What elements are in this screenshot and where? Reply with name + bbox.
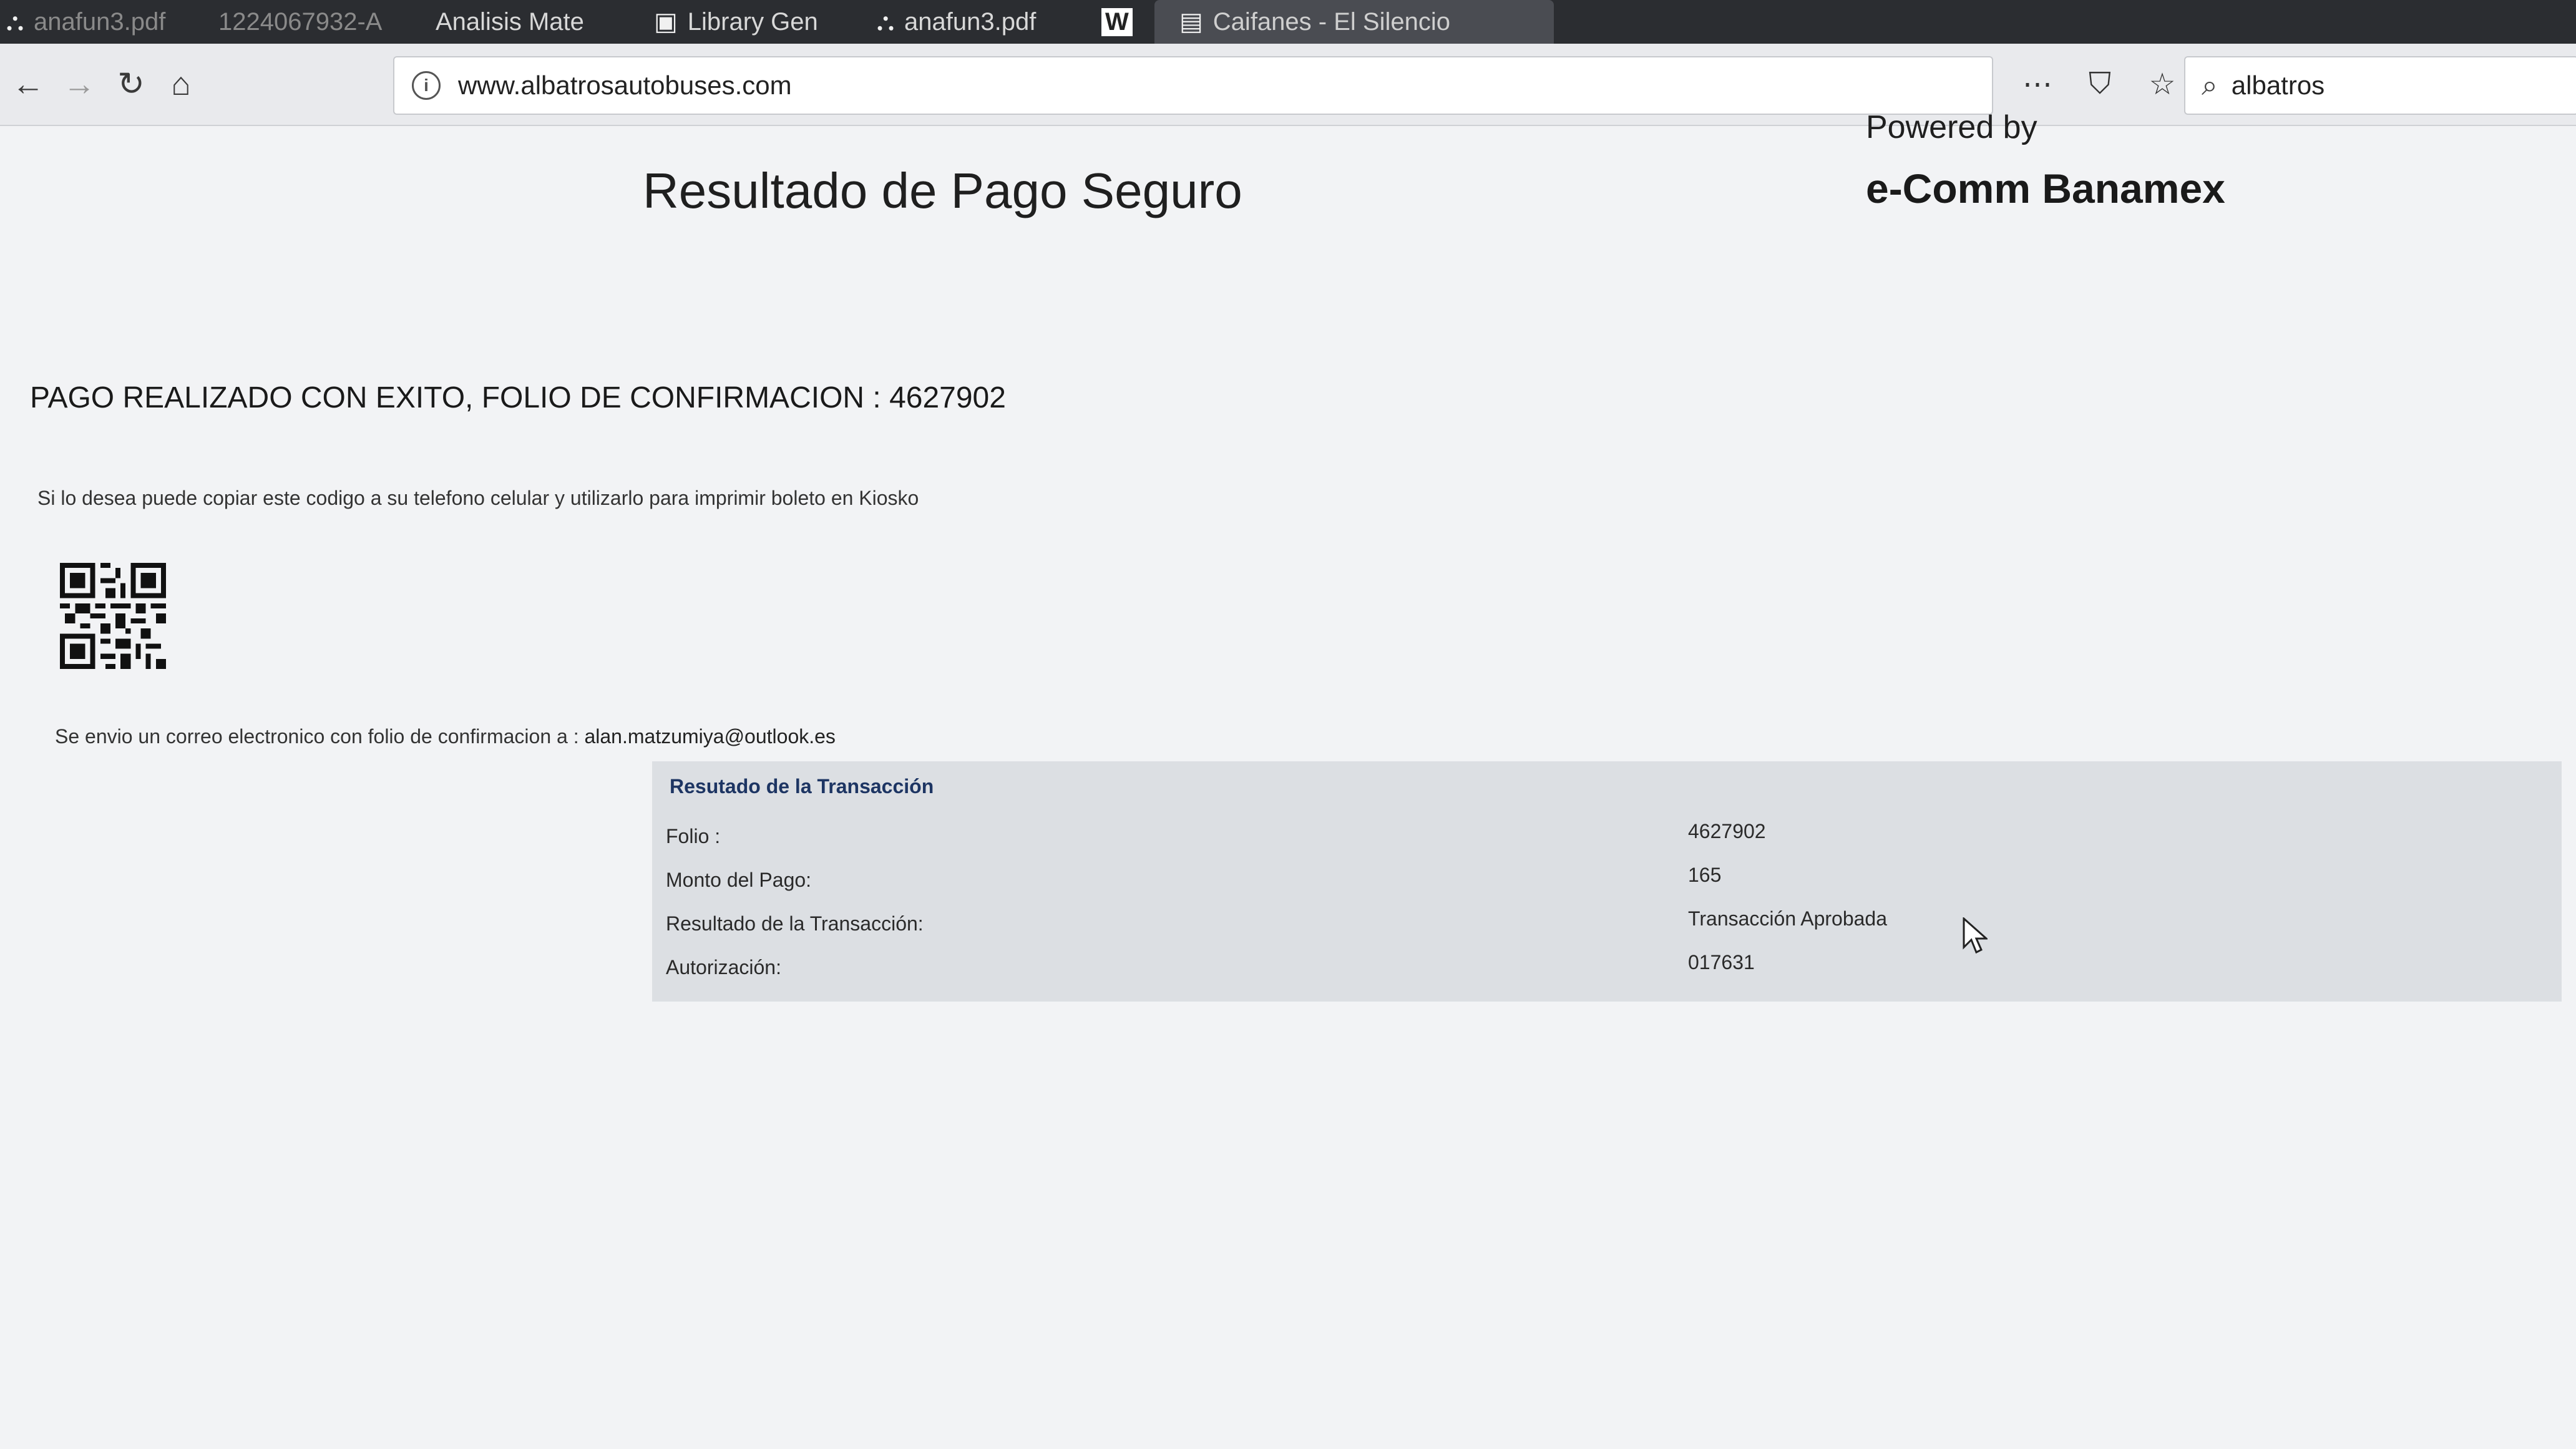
table-row: Folio : 4627902: [652, 817, 2562, 855]
home-icon: ⌂: [171, 66, 191, 102]
tab-strip: ⛬ anafun3.pdf 1224067932-A Analisis Mate…: [0, 0, 2576, 44]
email-address: alan.matzumiya@outlook.es: [584, 725, 836, 748]
qr-code-icon: [60, 563, 166, 669]
search-box[interactable]: ⌕ albatros: [2184, 56, 2576, 115]
home-button[interactable]: ⌂: [159, 62, 203, 106]
tab-wikipedia[interactable]: W: [1101, 0, 1151, 44]
tab-icon: ▤: [1179, 8, 1203, 36]
tab-label: Analisis Mate: [436, 7, 584, 36]
email-confirmation-text: Se envio un correo electronico con folio…: [55, 725, 836, 748]
qr-hint-text: Si lo desea puede copiar este codigo a s…: [37, 487, 919, 509]
transaction-header: Resutado de la Transacción: [670, 775, 934, 798]
tab-label: anafun3.pdf: [904, 7, 1037, 36]
bookmark-star-icon[interactable]: ☆: [2140, 67, 2184, 102]
tab-label: anafun3.pdf: [34, 7, 166, 36]
powered-by-label: Powered by: [1866, 109, 2037, 145]
tab-anafun3[interactable]: ⛬ anafun3.pdf: [877, 0, 1070, 44]
navigation-bar: ← → ↻ ⌂ i www.albatrosautobuses.com ⋯ ⛉ …: [0, 44, 2576, 126]
back-arrow-icon: ←: [12, 66, 44, 102]
mouse-cursor-icon: [1963, 917, 1988, 954]
back-button[interactable]: ←: [6, 62, 50, 106]
brand-logo-text: e-Comm Banamex: [1866, 165, 2225, 212]
amount-value: 165: [1688, 864, 1722, 886]
folio-label: Folio :: [666, 825, 721, 847]
document-icon: ▣: [654, 8, 678, 36]
tab-document-number[interactable]: 1224067932-A: [218, 0, 387, 44]
pdf-icon: ⛬: [6, 7, 24, 36]
tab-label: 1224067932-A: [218, 7, 383, 36]
tab-anafun3-dim[interactable]: ⛬ anafun3.pdf: [6, 0, 193, 44]
transaction-result-table: Resutado de la Transacción Folio : 46279…: [652, 761, 2562, 1002]
page-title: Resultado de Pago Seguro: [643, 163, 1242, 218]
pocket-icon[interactable]: ⛉: [2078, 67, 2122, 102]
url-text[interactable]: www.albatrosautobuses.com: [458, 71, 792, 100]
result-label: Resultado de la Transacción:: [666, 912, 924, 935]
table-row: Resultado de la Transacción: Transacción…: [652, 905, 2562, 942]
search-input[interactable]: albatros: [2232, 71, 2325, 100]
forward-button[interactable]: →: [57, 62, 101, 106]
table-row: Autorización: 017631: [652, 949, 2562, 986]
site-info-icon[interactable]: i: [412, 71, 441, 100]
folio-value: 4627902: [1688, 820, 1766, 842]
wikipedia-icon: W: [1101, 7, 1133, 36]
forward-arrow-icon: →: [63, 66, 95, 102]
pdf-icon: ⛬: [877, 7, 894, 36]
tab-caifanes-active[interactable]: ▤ Caifanes - El Silencio: [1154, 0, 1554, 44]
table-row: Monto del Pago: 165: [652, 861, 2562, 899]
reload-icon: ↻: [117, 66, 145, 102]
address-bar[interactable]: i www.albatrosautobuses.com: [393, 56, 1993, 115]
tab-label: Caifanes - El Silencio: [1212, 7, 1450, 36]
more-icon[interactable]: ⋯: [2016, 67, 2059, 102]
tab-label: Library Gen: [687, 7, 818, 36]
search-icon: ⌕: [2202, 69, 2218, 101]
success-message: PAGO REALIZADO CON EXITO, FOLIO DE CONFI…: [30, 381, 1006, 414]
page-actions: ⋯ ⛉ ☆: [2016, 62, 2184, 106]
authorization-label: Autorización:: [666, 956, 781, 978]
authorization-value: 017631: [1688, 951, 1755, 973]
email-prefix: Se envio un correo electronico con folio…: [55, 725, 579, 748]
page-content: Resultado de Pago Seguro Powered by e-Co…: [0, 109, 2576, 1449]
tab-library-genesis[interactable]: ▣ Library Gen: [654, 0, 829, 44]
reload-button[interactable]: ↻: [109, 62, 153, 106]
tab-analisis[interactable]: Analisis Mate: [436, 0, 598, 44]
amount-label: Monto del Pago:: [666, 869, 812, 891]
result-value: Transacción Aprobada: [1688, 907, 1888, 930]
